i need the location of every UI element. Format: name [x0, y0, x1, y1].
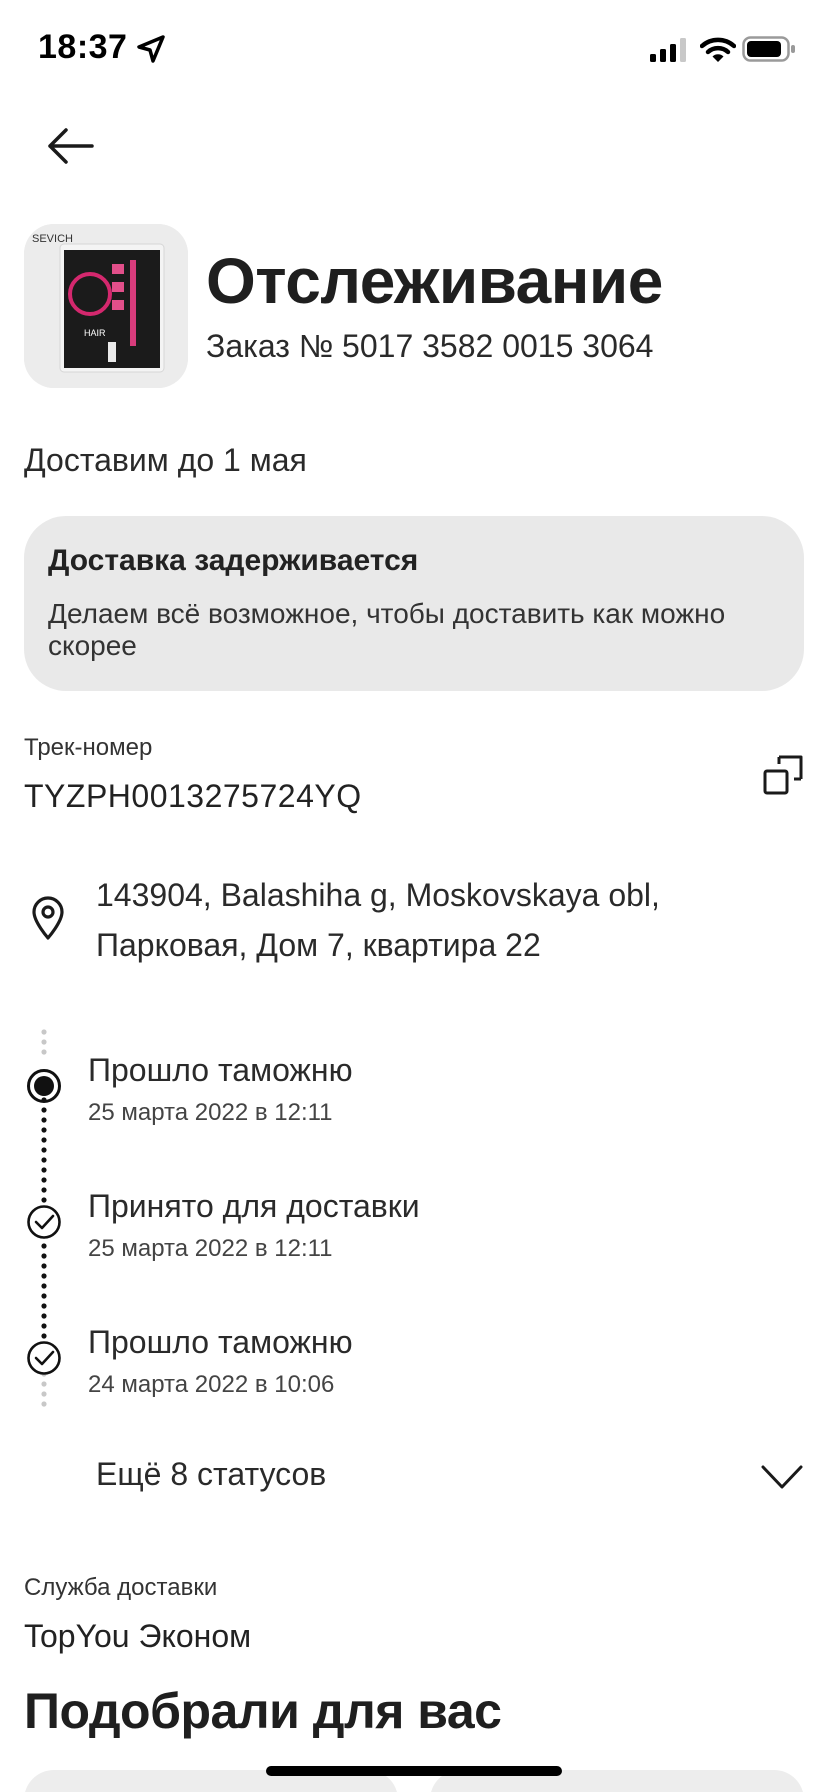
- check-circle-icon: [27, 1341, 61, 1375]
- delay-notice-text: Делаем всё возможное, чтобы доставить ка…: [48, 598, 726, 661]
- more-statuses-toggle[interactable]: Ещё 8 статусов: [96, 1452, 804, 1508]
- delivery-service-value: TopYou Эконом: [24, 1618, 252, 1654]
- track-number-label: Трек-номер: [24, 734, 153, 761]
- timeline-item-title: Принято для доставки: [88, 1188, 420, 1224]
- timeline-item-title: Прошло таможню: [88, 1052, 353, 1088]
- product-image: SEVICH HAIR: [24, 224, 188, 388]
- delivery-eta: Доставим до 1 мая: [24, 442, 307, 478]
- more-statuses-label: Ещё 8 статусов: [96, 1456, 327, 1492]
- page-title: Отслеживание: [206, 245, 663, 317]
- address-line-1: 143904, Balashiha g, Moskovskaya obl,: [96, 877, 660, 913]
- delivery-address: 143904, Balashiha g, Moskovskaya obl, Па…: [96, 870, 796, 970]
- timeline-item-title: Прошло таможню: [88, 1324, 353, 1360]
- product-thumbnail[interactable]: SEVICH HAIR: [24, 224, 188, 388]
- wifi-icon: [700, 37, 736, 62]
- location-arrow-icon: [137, 35, 165, 63]
- timeline-item: Принято для доставки 25 марта 2022 в 12:…: [88, 1188, 420, 1263]
- location-pin-icon: [32, 896, 64, 940]
- timeline-item: Прошло таможню 25 марта 2022 в 12:11: [88, 1052, 353, 1127]
- delay-notice-title: Доставка задерживается: [48, 544, 419, 577]
- copy-track-number-button[interactable]: [762, 754, 804, 796]
- status-time: 18:37: [38, 28, 128, 66]
- check-circle-icon: [27, 1205, 61, 1239]
- timeline-item-date: 25 марта 2022 в 12:11: [88, 1099, 333, 1126]
- product-brand-text: SEVICH: [32, 233, 73, 245]
- order-number: Заказ № 5017 3582 0015 3064: [206, 328, 654, 364]
- delay-notice-card: Доставка задерживается Делаем всё возмож…: [24, 516, 804, 691]
- address-line-2: Парковая, Дом 7, квартира 22: [96, 927, 541, 963]
- timeline-item-date: 24 марта 2022 в 10:06: [88, 1371, 335, 1398]
- chevron-down-icon: [761, 1465, 803, 1489]
- status-bar: 18:37: [0, 0, 828, 100]
- delivery-service-label: Служба доставки: [24, 1574, 218, 1601]
- current-status-icon: [27, 1069, 61, 1103]
- product-label-text: HAIR: [84, 328, 106, 338]
- recommendations-title: Подобрали для вас: [24, 1683, 502, 1739]
- track-number-value: TYZPH0013275724YQ: [24, 778, 362, 814]
- order-tracking-screen: 18:37 SEVICH HAIR Отслеживание Заказ № 5…: [0, 0, 828, 1792]
- cellular-signal-icon: [650, 38, 686, 62]
- battery-icon: [742, 36, 795, 62]
- back-button[interactable]: [44, 124, 96, 168]
- timeline-item-date: 25 марта 2022 в 12:11: [88, 1235, 333, 1262]
- home-indicator: [266, 1766, 562, 1776]
- timeline-item: Прошло таможню 24 марта 2022 в 10:06: [88, 1324, 353, 1399]
